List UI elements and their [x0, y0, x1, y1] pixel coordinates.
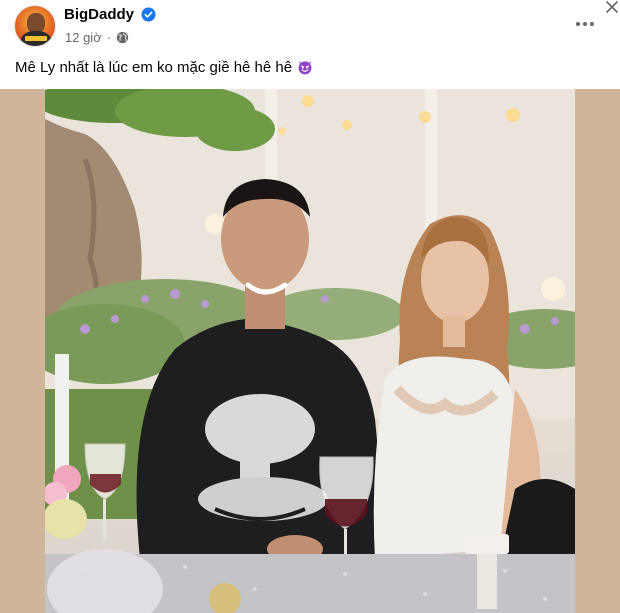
more-options-icon[interactable]	[566, 12, 604, 36]
post-photo-area	[0, 89, 620, 613]
avatar-face	[27, 13, 45, 33]
post-header: BigDaddy 12 giờ ·	[0, 0, 620, 52]
author-name[interactable]: BigDaddy	[64, 6, 134, 23]
avatar-shirt-tag	[25, 36, 47, 41]
globe-icon[interactable]	[116, 31, 129, 44]
close-icon[interactable]	[604, 0, 620, 14]
post-photo[interactable]	[45, 89, 575, 613]
verified-badge-icon	[141, 7, 156, 22]
author-avatar[interactable]	[14, 5, 56, 47]
post-caption: Mê Ly nhất là lúc em ko mặc giề hê hê hê	[15, 58, 314, 76]
caption-text: Mê Ly nhất là lúc em ko mặc giề hê hê hê	[15, 58, 293, 76]
meta-separator: ·	[106, 29, 112, 45]
post-meta: 12 giờ ·	[65, 29, 129, 45]
post-timestamp[interactable]: 12 giờ	[65, 30, 102, 45]
photo-scene	[45, 89, 575, 613]
smiling-face-with-horns-icon	[298, 60, 312, 75]
